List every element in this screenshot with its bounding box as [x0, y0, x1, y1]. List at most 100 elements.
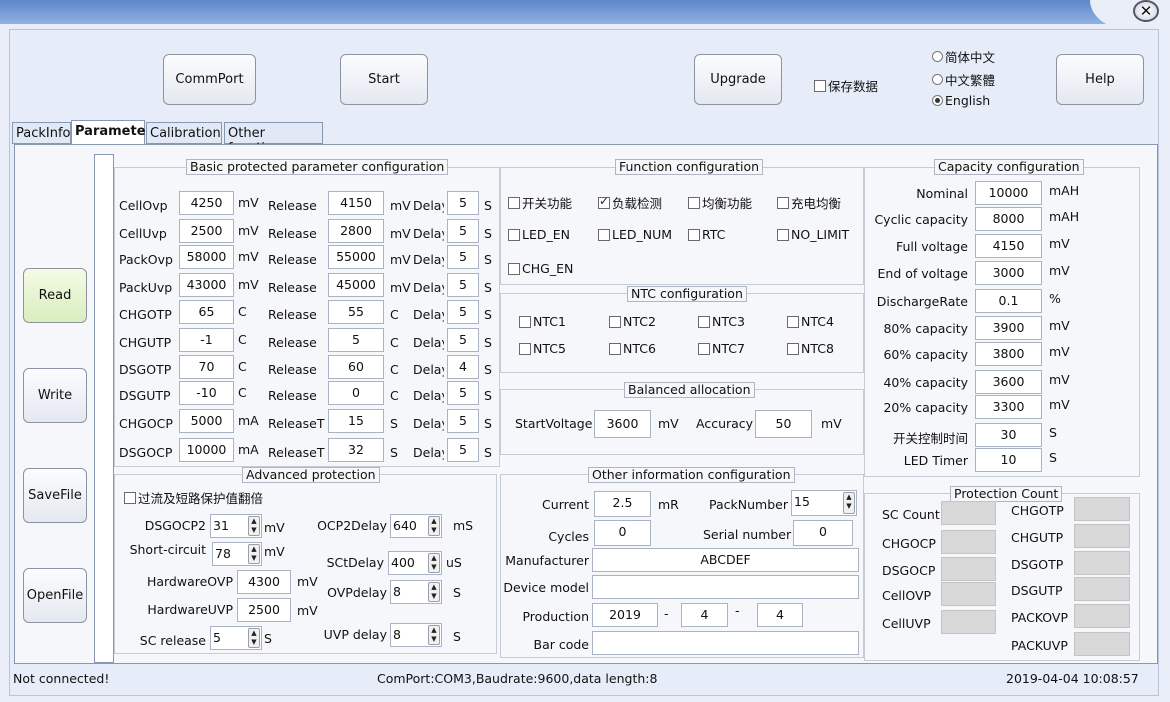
delay-value-field[interactable]: 5 — [447, 381, 479, 405]
short-circuit-spinbox[interactable]: 78 ▲ ▼ — [212, 542, 262, 566]
accuracy-field[interactable]: 50 — [755, 410, 812, 438]
capacity-value-field[interactable]: 4150 — [975, 234, 1042, 258]
commport-button[interactable]: CommPort — [163, 54, 256, 105]
release-value-field[interactable]: 32 — [328, 438, 384, 462]
capacity-value-field[interactable]: 3900 — [975, 316, 1042, 340]
function-checkbox[interactable]: CHG_EN — [508, 261, 573, 276]
close-icon[interactable]: ✕ — [1133, 0, 1159, 22]
production-month-field[interactable]: 4 — [681, 603, 728, 627]
spin-arrows-icon[interactable]: ▲ ▼ — [428, 516, 440, 536]
delay-value-field[interactable]: 5 — [447, 273, 479, 297]
savefile-button[interactable]: SaveFile — [23, 468, 87, 523]
release-value-field[interactable]: 2800 — [328, 219, 384, 243]
function-checkbox[interactable]: 均衡功能 — [688, 193, 752, 212]
param-value-field[interactable]: 70 — [179, 355, 234, 379]
checkbox-box[interactable] — [787, 315, 799, 328]
ntc-checkbox[interactable]: NTC3 — [698, 314, 745, 329]
lang-option-traditional[interactable]: 中文繁體 — [932, 70, 995, 89]
production-year-field[interactable]: 2019 — [592, 603, 658, 627]
checkbox-box[interactable] — [688, 228, 700, 241]
param-value-field[interactable]: 5000 — [179, 409, 234, 433]
ntc-checkbox[interactable]: NTC6 — [609, 341, 656, 356]
checkbox-box[interactable] — [688, 196, 700, 209]
checkbox-box[interactable] — [777, 196, 789, 209]
spin-arrows-icon[interactable]: ▲ ▼ — [428, 582, 440, 602]
spin-arrows-icon[interactable]: ▲ ▼ — [248, 516, 260, 536]
capacity-value-field[interactable]: 30 — [975, 423, 1042, 447]
sctdelay-spinbox[interactable]: 400 ▲ ▼ — [388, 551, 442, 575]
delay-value-field[interactable]: 5 — [447, 191, 479, 215]
param-value-field[interactable]: -1 — [179, 328, 234, 352]
param-value-field[interactable]: 10000 — [179, 438, 234, 462]
delay-value-field[interactable]: 5 — [447, 219, 479, 243]
tab-other-functions[interactable]: Other functions — [224, 122, 323, 156]
param-value-field[interactable]: 2500 — [179, 219, 234, 243]
param-value-field[interactable]: -10 — [179, 381, 234, 405]
checkbox-box[interactable] — [519, 342, 531, 355]
release-value-field[interactable]: 4150 — [328, 191, 384, 215]
function-checkbox[interactable]: 充电均衡 — [777, 193, 841, 212]
spin-arrows-icon[interactable]: ▲ ▼ — [428, 625, 440, 645]
radio-selected-icon[interactable] — [932, 95, 943, 106]
checkbox-box[interactable] — [814, 79, 826, 92]
delay-value-field[interactable]: 5 — [447, 409, 479, 433]
checkbox-box[interactable] — [698, 342, 710, 355]
release-value-field[interactable]: 55000 — [328, 245, 384, 269]
ntc-checkbox[interactable]: NTC4 — [787, 314, 834, 329]
serial-number-field[interactable]: 0 — [793, 520, 853, 546]
spin-arrows-icon[interactable]: ▲ ▼ — [248, 544, 260, 564]
capacity-value-field[interactable]: 10 — [975, 448, 1042, 472]
checkbox-box[interactable] — [508, 262, 520, 275]
capacity-value-field[interactable]: 3600 — [975, 370, 1042, 394]
current-field[interactable]: 2.5 — [594, 491, 651, 517]
tab-calibration[interactable]: Calibration — [146, 122, 222, 144]
lang-option-english[interactable]: English — [932, 93, 990, 108]
function-checkbox[interactable]: 开关功能 — [508, 193, 572, 212]
tab-packinfo[interactable]: PackInfo — [12, 122, 71, 144]
upgrade-button[interactable]: Upgrade — [694, 54, 782, 105]
checkbox-box[interactable] — [698, 315, 710, 328]
delay-value-field[interactable]: 5 — [447, 300, 479, 324]
capacity-value-field[interactable]: 3000 — [975, 261, 1042, 285]
spin-arrows-icon[interactable]: ▲ ▼ — [843, 492, 855, 514]
function-checkbox[interactable]: LED_NUM — [598, 227, 672, 242]
delay-value-field[interactable]: 5 — [447, 328, 479, 352]
checkbox-box[interactable] — [787, 342, 799, 355]
spin-arrows-icon[interactable]: ▲ ▼ — [428, 553, 440, 573]
dsgocp2-spinbox[interactable]: 31 ▲ ▼ — [210, 514, 262, 538]
function-checkbox[interactable]: NO_LIMIT — [777, 227, 849, 242]
checkbox-box[interactable] — [598, 228, 610, 241]
param-value-field[interactable]: 43000 — [179, 273, 234, 297]
param-value-field[interactable]: 4250 — [179, 191, 234, 215]
radio-icon[interactable] — [932, 51, 943, 62]
ocp2delay-spinbox[interactable]: 640 ▲ ▼ — [390, 514, 442, 538]
release-value-field[interactable]: 15 — [328, 409, 384, 433]
hardware-ovp-field[interactable]: 4300 — [237, 570, 291, 594]
release-value-field[interactable]: 55 — [328, 300, 384, 324]
checkbox-box[interactable] — [124, 491, 136, 504]
release-value-field[interactable]: 0 — [328, 381, 384, 405]
delay-value-field[interactable]: 5 — [447, 438, 479, 462]
production-day-field[interactable]: 4 — [757, 603, 803, 627]
capacity-value-field[interactable]: 10000 — [975, 181, 1042, 205]
save-data-checkbox[interactable]: 保存数据 — [814, 76, 878, 95]
checkbox-box[interactable] — [609, 315, 621, 328]
capacity-value-field[interactable]: 0.1 — [975, 289, 1042, 313]
function-checkbox[interactable]: RTC — [688, 227, 725, 242]
function-checkbox[interactable]: 负载检测 — [598, 193, 662, 212]
checkbox-box[interactable] — [777, 228, 789, 241]
function-checkbox[interactable]: LED_EN — [508, 227, 570, 242]
ntc-checkbox[interactable]: NTC5 — [519, 341, 566, 356]
checkbox-checked-icon[interactable] — [598, 194, 610, 209]
tab-parameter[interactable]: Parameter — [71, 120, 152, 144]
checkbox-box[interactable] — [508, 196, 520, 209]
release-value-field[interactable]: 60 — [328, 355, 384, 379]
ntc-checkbox[interactable]: NTC2 — [609, 314, 656, 329]
delay-value-field[interactable]: 4 — [447, 355, 479, 379]
start-voltage-field[interactable]: 3600 — [594, 410, 651, 438]
openfile-button[interactable]: OpenFile — [23, 568, 87, 623]
delay-value-field[interactable]: 5 — [447, 245, 479, 269]
checkbox-box[interactable] — [508, 228, 520, 241]
double-protection-checkbox[interactable]: 过流及短路保护值翻倍 — [124, 488, 263, 507]
device-model-field[interactable] — [592, 575, 859, 599]
